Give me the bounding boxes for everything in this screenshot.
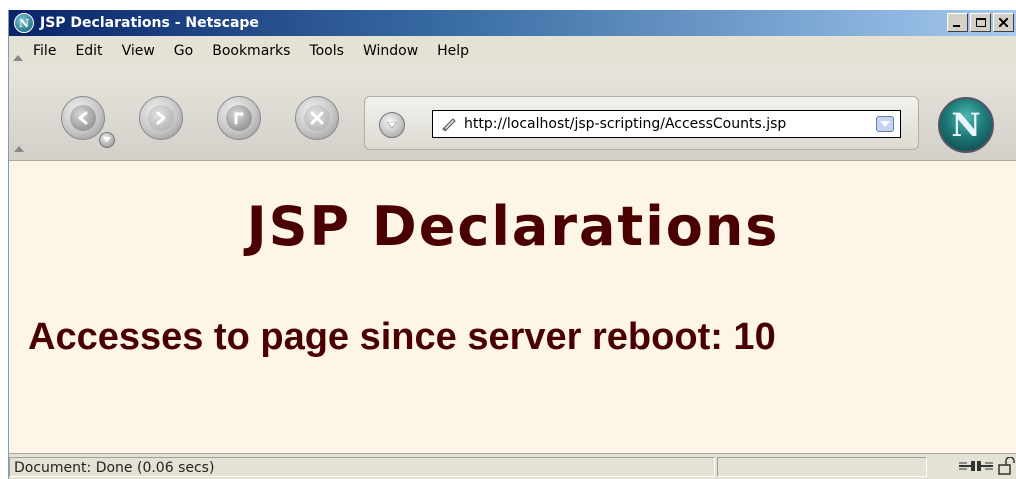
location-history-button[interactable]	[379, 112, 405, 138]
menu-bar: File Edit View Go Bookmarks Tools Window…	[9, 36, 1016, 67]
netscape-n-icon[interactable]: N	[14, 13, 34, 33]
url-dropdown-button[interactable]	[876, 116, 894, 132]
title-bar[interactable]: N JSP Declarations - Netscape	[9, 10, 1016, 36]
chevron-down-icon	[387, 121, 397, 128]
page-proxy-icon[interactable]	[441, 117, 457, 131]
menu-help[interactable]: Help	[437, 43, 469, 59]
status-icons	[959, 457, 1015, 475]
navigation-toolbar: http://localhost/jsp-scripting/AccessCou…	[9, 66, 1016, 161]
toolbar-grip-icon[interactable]	[14, 146, 24, 152]
reload-button[interactable]	[217, 96, 261, 140]
maximize-icon	[975, 18, 986, 27]
back-icon	[78, 111, 88, 125]
minimize-button[interactable]	[947, 13, 968, 32]
access-count-text: Accesses to page since server reboot: 10	[28, 316, 776, 358]
maximize-button[interactable]	[970, 13, 991, 32]
online-connection-icon[interactable]	[959, 458, 993, 474]
menu-window[interactable]: Window	[363, 43, 418, 59]
throbber-letter: N	[951, 106, 981, 144]
minimize-icon	[953, 25, 960, 27]
browser-window: N JSP Declarations - Netscape File Edit …	[8, 10, 1016, 479]
status-progress-cell	[717, 457, 927, 477]
menu-file[interactable]: File	[33, 43, 56, 59]
back-history-dropdown[interactable]	[99, 132, 115, 148]
reload-icon	[234, 111, 244, 125]
menu-go[interactable]: Go	[174, 43, 193, 59]
stop-icon	[310, 111, 324, 125]
forward-icon	[156, 111, 166, 125]
window-title: JSP Declarations - Netscape	[40, 15, 259, 31]
menubar-grip-icon[interactable]	[13, 41, 23, 61]
chevron-down-icon	[103, 137, 111, 142]
status-text: Document: Done (0.06 secs)	[14, 460, 215, 476]
page-content: JSP Declarations Accesses to page since …	[9, 161, 1016, 453]
chevron-down-icon	[880, 121, 890, 127]
status-bar: Document: Done (0.06 secs)	[9, 453, 1016, 479]
page-heading: JSP Declarations	[246, 195, 780, 258]
location-panel: http://localhost/jsp-scripting/AccessCou…	[364, 96, 919, 150]
security-lock-icon[interactable]	[997, 457, 1015, 475]
menu-view[interactable]: View	[122, 43, 155, 59]
back-button[interactable]	[61, 96, 105, 140]
close-icon	[999, 18, 1008, 27]
window-controls	[947, 13, 1014, 32]
menu-bookmarks[interactable]: Bookmarks	[212, 43, 290, 59]
menu-edit[interactable]: Edit	[75, 43, 102, 59]
close-button[interactable]	[993, 13, 1014, 32]
url-input[interactable]: http://localhost/jsp-scripting/AccessCou…	[432, 110, 901, 138]
menu-tools[interactable]: Tools	[309, 43, 344, 59]
forward-button[interactable]	[139, 96, 183, 140]
stop-button[interactable]	[295, 96, 339, 140]
netscape-throbber-icon[interactable]: N	[938, 97, 994, 153]
url-text: http://localhost/jsp-scripting/AccessCou…	[464, 116, 787, 132]
status-message-cell: Document: Done (0.06 secs)	[9, 457, 715, 477]
